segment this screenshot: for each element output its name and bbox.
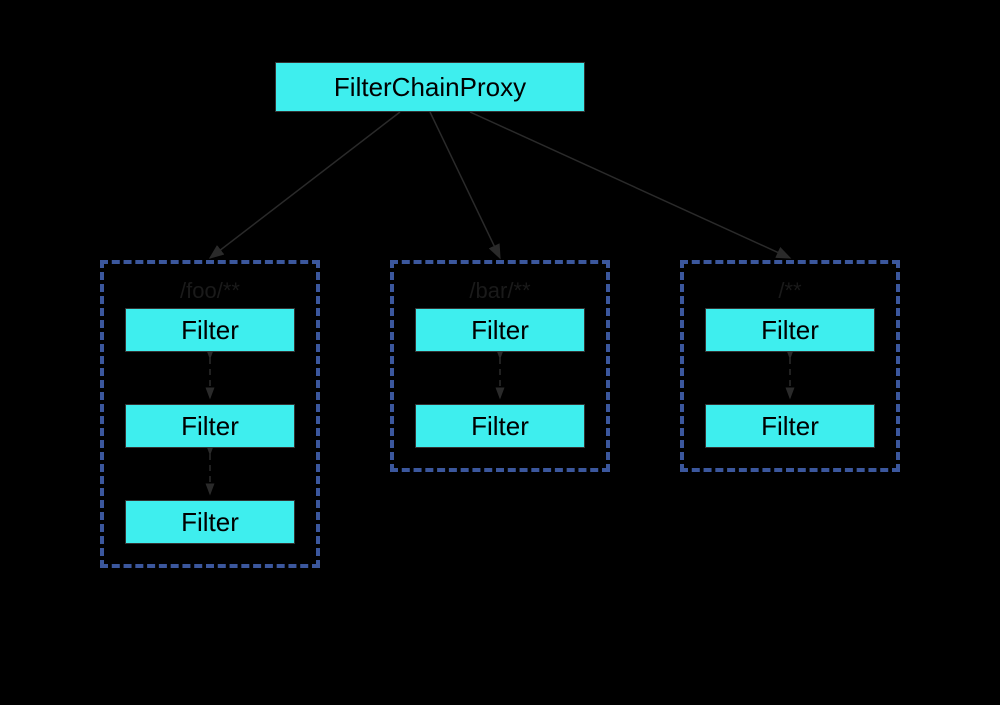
- chain-pattern-label: /bar/**: [412, 278, 588, 308]
- filter-connector: [122, 448, 298, 500]
- filter-label: Filter: [761, 411, 819, 442]
- filter-node: Filter: [415, 404, 585, 448]
- chain-group-foo: /foo/** Filter Filter Filter: [100, 260, 320, 568]
- filter-connector: [412, 352, 588, 404]
- filter-node: Filter: [125, 500, 295, 544]
- chain-group-all: /** Filter Filter: [680, 260, 900, 472]
- filter-connector: [122, 352, 298, 404]
- filter-label: Filter: [181, 315, 239, 346]
- filter-label: Filter: [181, 507, 239, 538]
- filter-node: Filter: [125, 308, 295, 352]
- filter-label: Filter: [471, 411, 529, 442]
- filter-node: Filter: [705, 404, 875, 448]
- filter-chain-proxy-node: FilterChainProxy: [275, 62, 585, 112]
- filter-label: Filter: [471, 315, 529, 346]
- filter-node: Filter: [125, 404, 295, 448]
- filter-label: Filter: [761, 315, 819, 346]
- chain-pattern-label: /foo/**: [122, 278, 298, 308]
- proxy-label: FilterChainProxy: [334, 72, 526, 103]
- chain-group-bar: /bar/** Filter Filter: [390, 260, 610, 472]
- filter-node: Filter: [705, 308, 875, 352]
- filter-label: Filter: [181, 411, 239, 442]
- chain-pattern-label: /**: [702, 278, 878, 308]
- filter-node: Filter: [415, 308, 585, 352]
- filter-connector: [702, 352, 878, 404]
